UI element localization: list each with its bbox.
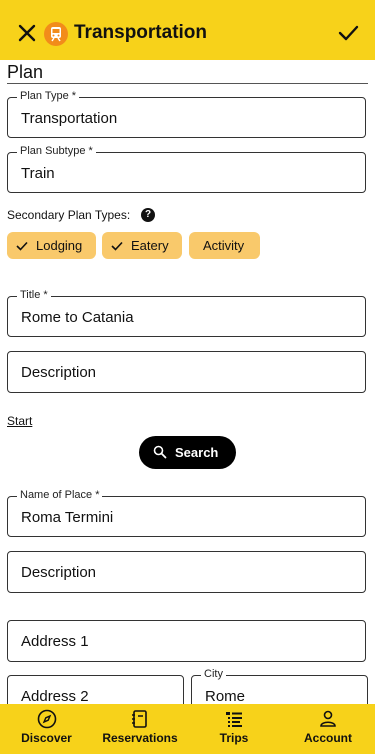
chip-label: Lodging	[36, 238, 83, 253]
check-icon	[16, 241, 28, 251]
check-icon	[111, 241, 123, 251]
title-value: Rome to Catania	[21, 309, 134, 326]
place-name-field[interactable]: Name of Place * Roma Termini	[7, 489, 366, 537]
person-icon	[320, 710, 336, 727]
start-description-field[interactable]: Description	[7, 551, 366, 593]
nav-label: Discover	[21, 731, 72, 745]
address2-placeholder: Address 2	[21, 688, 89, 705]
title-label: Title *	[17, 289, 51, 301]
chip-label: Eatery	[131, 238, 169, 253]
help-icon[interactable]: ?	[141, 208, 155, 222]
chip-lodging[interactable]: Lodging	[7, 232, 96, 259]
plan-type-field[interactable]: Plan Type * Transportation	[7, 90, 366, 138]
nav-trips[interactable]: Trips	[187, 704, 281, 754]
city-value: Rome	[205, 688, 246, 705]
notebook-icon	[132, 710, 147, 728]
train-icon	[44, 22, 68, 46]
city-label: City	[201, 668, 226, 680]
section-title: Plan	[7, 62, 44, 82]
nav-discover[interactable]: Discover	[0, 704, 93, 754]
plan-subtype-value: Train	[21, 165, 55, 182]
nav-label: Account	[304, 731, 352, 745]
nav-label: Reservations	[102, 731, 178, 745]
check-icon[interactable]	[335, 20, 361, 46]
description-field[interactable]: Description	[7, 351, 366, 393]
secondary-types-label: Secondary Plan Types:	[7, 208, 131, 222]
chip-eatery[interactable]: Eatery	[102, 232, 182, 259]
app-header: Transportation	[0, 0, 375, 60]
close-icon[interactable]	[14, 20, 40, 46]
chip-label: Activity	[203, 238, 245, 253]
start-link[interactable]: Start	[7, 414, 32, 428]
chip-activity[interactable]: Activity	[189, 232, 260, 259]
plan-subtype-label: Plan Subtype *	[17, 145, 96, 157]
page-title: Transportation	[74, 22, 208, 43]
search-icon	[153, 445, 167, 459]
nav-reservations[interactable]: Reservations	[93, 704, 187, 754]
list-icon	[226, 712, 242, 727]
bottom-nav: Discover Reservations Trips Account	[0, 704, 375, 754]
search-button[interactable]: Search	[139, 436, 236, 469]
plan-subtype-field[interactable]: Plan Subtype * Train	[7, 145, 366, 193]
nav-label: Trips	[219, 731, 249, 745]
start-description-placeholder: Description	[21, 564, 97, 581]
title-field[interactable]: Title * Rome to Catania	[7, 289, 366, 337]
search-label: Search	[175, 445, 219, 460]
nav-account[interactable]: Account	[281, 704, 375, 754]
place-name-value: Roma Termini	[21, 509, 114, 526]
address1-field[interactable]: Address 1	[7, 620, 366, 662]
plan-type-label: Plan Type *	[17, 90, 80, 102]
plan-type-value: Transportation	[21, 110, 118, 127]
address1-placeholder: Address 1	[21, 633, 89, 650]
description-placeholder: Description	[21, 364, 97, 381]
place-name-label: Name of Place *	[17, 489, 103, 501]
section-divider	[7, 83, 368, 84]
compass-icon	[37, 709, 56, 729]
